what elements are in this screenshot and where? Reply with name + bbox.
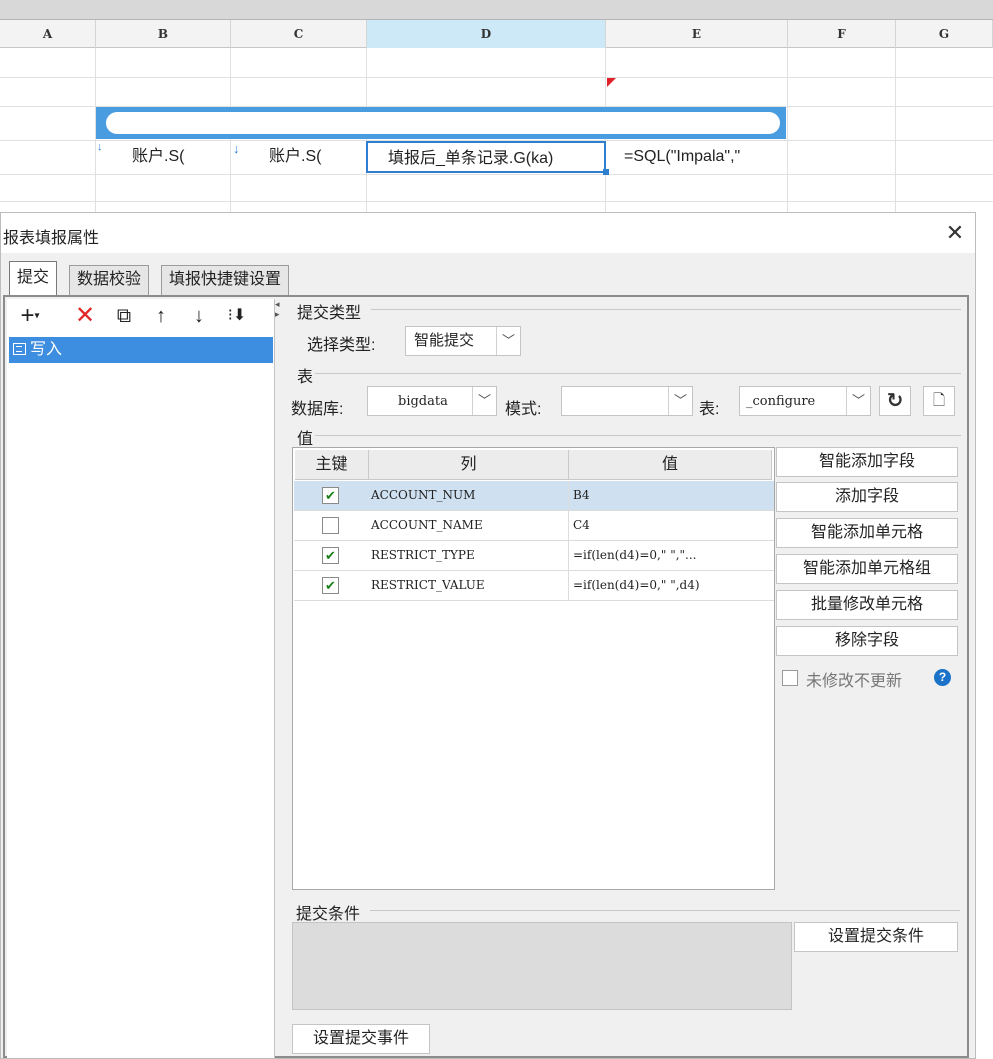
primary-key-checkbox[interactable]: ✔ (322, 577, 339, 594)
submit-condition-area[interactable] (292, 922, 792, 1010)
field-table: 主键 列 值 ✔ ACCOUNT_NUM B4 ACCOUNT_NAME C4 … (292, 447, 775, 890)
group-divider (315, 373, 961, 374)
list-item-write[interactable]: 写入 (9, 337, 273, 363)
tab-data-validation[interactable]: 数据校验 (69, 265, 150, 295)
no-update-if-unmodified-checkbox[interactable] (782, 670, 798, 686)
database-dropdown[interactable]: bigdata ﹀ (367, 386, 497, 416)
tab-shortcut-settings[interactable]: 填报快捷键设置 (161, 265, 290, 295)
row-value-cell[interactable]: C4 (569, 511, 774, 540)
column-header-e[interactable]: E (606, 20, 788, 48)
copy-icon[interactable]: ⧉ (111, 301, 137, 331)
group-divider (371, 309, 961, 310)
splitter-handle[interactable]: ◂ ▸ (275, 299, 280, 319)
row-column-cell: ACCOUNT_NAME (369, 511, 569, 540)
table-row[interactable]: ✔ RESTRICT_TYPE =if(len(d4)=0," ","... (294, 541, 774, 571)
column-header-a[interactable]: A (0, 20, 96, 48)
refresh-icon[interactable]: ↻ (879, 386, 911, 416)
table-label: 表: (699, 401, 720, 418)
row-column-cell: RESTRICT_VALUE (369, 571, 569, 600)
select-type-label: 选择类型: (307, 337, 376, 354)
tab-submit[interactable]: 提交 (9, 261, 58, 295)
header-value: 值 (569, 450, 772, 480)
row-column-cell: ACCOUNT_NUM (369, 481, 569, 510)
header-primary-key: 主键 (295, 450, 369, 480)
primary-key-checkbox[interactable] (322, 517, 339, 534)
table-row[interactable]: ACCOUNT_NAME C4 (294, 511, 774, 541)
help-icon[interactable]: ? (934, 669, 951, 686)
table-row[interactable]: ✔ RESTRICT_VALUE =if(len(d4)=0," ",d4) (294, 571, 774, 601)
close-icon[interactable]: ✕ (941, 219, 969, 247)
select-type-value: 智能提交 (414, 332, 475, 349)
header-column: 列 (369, 450, 569, 480)
add-icon[interactable]: +▾ (15, 301, 45, 331)
column-header-d[interactable]: D (367, 20, 606, 48)
list-toolbar: +▾ ✕ ⧉ ↑ ↓ ⁝⬇ (7, 299, 275, 335)
ribbon-strip (0, 0, 993, 20)
table-group-label: 表 (297, 369, 314, 386)
chevron-down-icon: ﹀ (472, 387, 496, 415)
column-header-g[interactable]: G (896, 20, 993, 48)
record-icon (13, 343, 26, 355)
grid-line (0, 77, 993, 78)
remove-field-button[interactable]: 移除字段 (776, 626, 958, 656)
grid-line (787, 48, 788, 212)
schema-label: 模式: (505, 401, 542, 418)
spreadsheet: A B C D E F G ↓ 账户.S( ↓ 账户.S( 填报后_单条记录.G… (0, 0, 993, 212)
grid-line (0, 201, 993, 202)
cell-d4-selected[interactable]: 填报后_单条记录.G(ka) (366, 141, 606, 173)
submit-type-group-label: 提交类型 (297, 305, 362, 322)
smart-add-cell-group-button[interactable]: 智能添加单元格组 (776, 554, 958, 584)
select-type-dropdown[interactable]: 智能提交 ﹀ (405, 326, 521, 356)
list-item-label: 写入 (30, 341, 63, 358)
row-column-cell: RESTRICT_TYPE (369, 541, 569, 570)
column-header-c[interactable]: C (231, 20, 367, 48)
primary-key-checkbox[interactable]: ✔ (322, 547, 339, 564)
grid-line (895, 48, 896, 212)
row-value-cell[interactable]: =if(len(d4)=0," ",d4) (569, 571, 774, 600)
column-header-b[interactable]: B (96, 20, 231, 48)
down-arrow-icon[interactable]: ↓ (187, 301, 211, 331)
set-submit-event-button[interactable]: 设置提交事件 (292, 1024, 430, 1054)
add-field-button[interactable]: 添加字段 (776, 482, 958, 512)
cell-e4[interactable]: =SQL("Impala"," (607, 141, 787, 173)
row-value-cell[interactable]: B4 (569, 481, 774, 510)
group-divider (370, 910, 960, 911)
condition-group-label: 提交条件 (296, 906, 361, 923)
submit-list-panel: +▾ ✕ ⧉ ↑ ↓ ⁝⬇ 写入 (7, 299, 275, 1058)
table-value: _configure (746, 394, 816, 409)
row-value-cell[interactable]: =if(len(d4)=0," ","... (569, 541, 774, 570)
preview-icon[interactable]: 🗋 (923, 386, 955, 416)
up-arrow-icon[interactable]: ↑ (149, 301, 173, 331)
column-header-f[interactable]: F (788, 20, 896, 48)
set-submit-condition-button[interactable]: 设置提交条件 (794, 922, 958, 952)
database-label: 数据库: (291, 401, 344, 418)
dialog-title: 报表填报属性 (3, 230, 100, 247)
database-value: bigdata (398, 394, 448, 409)
move-bottom-icon[interactable]: ⁝⬇ (223, 301, 251, 331)
smart-add-field-button[interactable]: 智能添加字段 (776, 447, 958, 477)
merged-cell-inner (106, 112, 780, 134)
dialog-title-bar: 报表填报属性 ✕ (1, 213, 975, 253)
column-header-row: A B C D E F G (0, 20, 993, 48)
delete-icon[interactable]: ✕ (71, 301, 99, 331)
cell-c4[interactable]: 账户.S( (231, 141, 366, 173)
cell-b4[interactable]: 账户.S( (96, 141, 230, 173)
grid-line (0, 174, 993, 175)
schema-dropdown[interactable]: ﹀ (561, 386, 693, 416)
values-group-label: 值 (297, 431, 314, 448)
batch-modify-cell-button[interactable]: 批量修改单元格 (776, 590, 958, 620)
comment-marker-icon (607, 78, 616, 87)
chevron-down-icon: ﹀ (668, 387, 692, 415)
table-row[interactable]: ✔ ACCOUNT_NUM B4 (294, 481, 774, 511)
chevron-down-icon: ﹀ (846, 387, 870, 415)
no-update-if-unmodified-label: 未修改不更新 (806, 673, 903, 690)
primary-key-checkbox[interactable]: ✔ (322, 487, 339, 504)
chevron-down-icon: ﹀ (496, 327, 520, 355)
smart-add-cell-button[interactable]: 智能添加单元格 (776, 518, 958, 548)
table-dropdown[interactable]: _configure ﹀ (739, 386, 871, 416)
group-divider (315, 435, 961, 436)
